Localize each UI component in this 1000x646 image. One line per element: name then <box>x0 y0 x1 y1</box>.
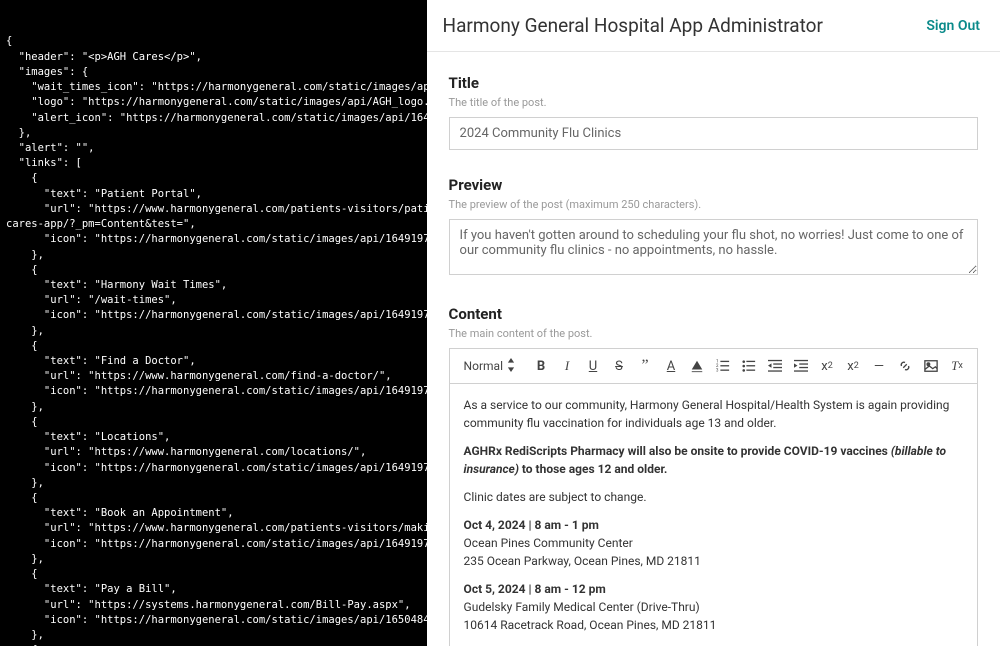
superscript-button[interactable]: x2 <box>841 355 865 377</box>
blockquote-button[interactable]: ” <box>633 355 657 377</box>
topbar: Harmony General Hospital App Administrat… <box>427 0 1000 52</box>
font-color-button[interactable]: A <box>659 355 683 377</box>
content-label: Content <box>449 305 978 323</box>
highlight-button[interactable] <box>685 355 709 377</box>
title-group: Title The title of the post. <box>449 74 978 150</box>
title-label: Title <box>449 74 978 92</box>
content-help: The main content of the post. <box>449 327 978 340</box>
admin-panel: Harmony General Hospital App Administrat… <box>427 0 1000 646</box>
svg-text:3: 3 <box>716 368 719 373</box>
format-select[interactable]: Normal <box>458 356 521 377</box>
outdent-button[interactable] <box>763 355 787 377</box>
underline-button[interactable]: U <box>581 355 605 377</box>
italic-button[interactable]: I <box>555 355 579 377</box>
json-code-panel: { "header": "<p>AGH Cares</p>", "images"… <box>0 0 427 646</box>
preview-group: Preview The preview of the post (maximum… <box>449 176 978 279</box>
content-group: Content The main content of the post. No… <box>449 305 978 646</box>
chevron-icon <box>507 358 515 375</box>
json-code: { "header": "<p>AGH Cares</p>", "images"… <box>6 34 421 646</box>
hr-button[interactable]: — <box>867 355 891 377</box>
strikethrough-button[interactable]: S <box>607 355 631 377</box>
unordered-list-button[interactable] <box>737 355 761 377</box>
form-area: Title The title of the post. Preview The… <box>427 52 1000 646</box>
subscript-button[interactable]: x2 <box>815 355 839 377</box>
sign-out-link[interactable]: Sign Out <box>926 18 980 34</box>
format-label: Normal <box>464 359 503 373</box>
preview-help: The preview of the post (maximum 250 cha… <box>449 198 978 211</box>
title-input[interactable] <box>449 117 978 150</box>
bold-button[interactable]: B <box>529 355 553 377</box>
app-title: Harmony General Hospital App Administrat… <box>443 14 823 37</box>
editor-content[interactable]: As a service to our community, Harmony G… <box>450 384 977 646</box>
content-paragraph: AGHRx RediScripts Pharmacy will also be … <box>464 442 963 478</box>
clear-format-button[interactable]: Tx <box>945 355 969 377</box>
content-paragraph: Clinic dates are subject to change. <box>464 488 963 506</box>
link-button[interactable] <box>893 355 917 377</box>
rich-editor: Normal B I U S ” A 123 <box>449 348 978 646</box>
editor-toolbar: Normal B I U S ” A 123 <box>450 349 977 384</box>
preview-label: Preview <box>449 176 978 194</box>
title-help: The title of the post. <box>449 96 978 109</box>
preview-textarea[interactable]: If you haven't gotten around to scheduli… <box>449 219 978 275</box>
content-paragraph: As a service to our community, Harmony G… <box>464 396 963 432</box>
indent-button[interactable] <box>789 355 813 377</box>
content-date-block: Oct 4, 2024 | 8 am - 1 pm Ocean Pines Co… <box>464 516 963 570</box>
content-date-block: Oct 5, 2024 | 8 am - 12 pm Gudelsky Fami… <box>464 580 963 634</box>
image-button[interactable] <box>919 355 943 377</box>
ordered-list-button[interactable]: 123 <box>711 355 735 377</box>
